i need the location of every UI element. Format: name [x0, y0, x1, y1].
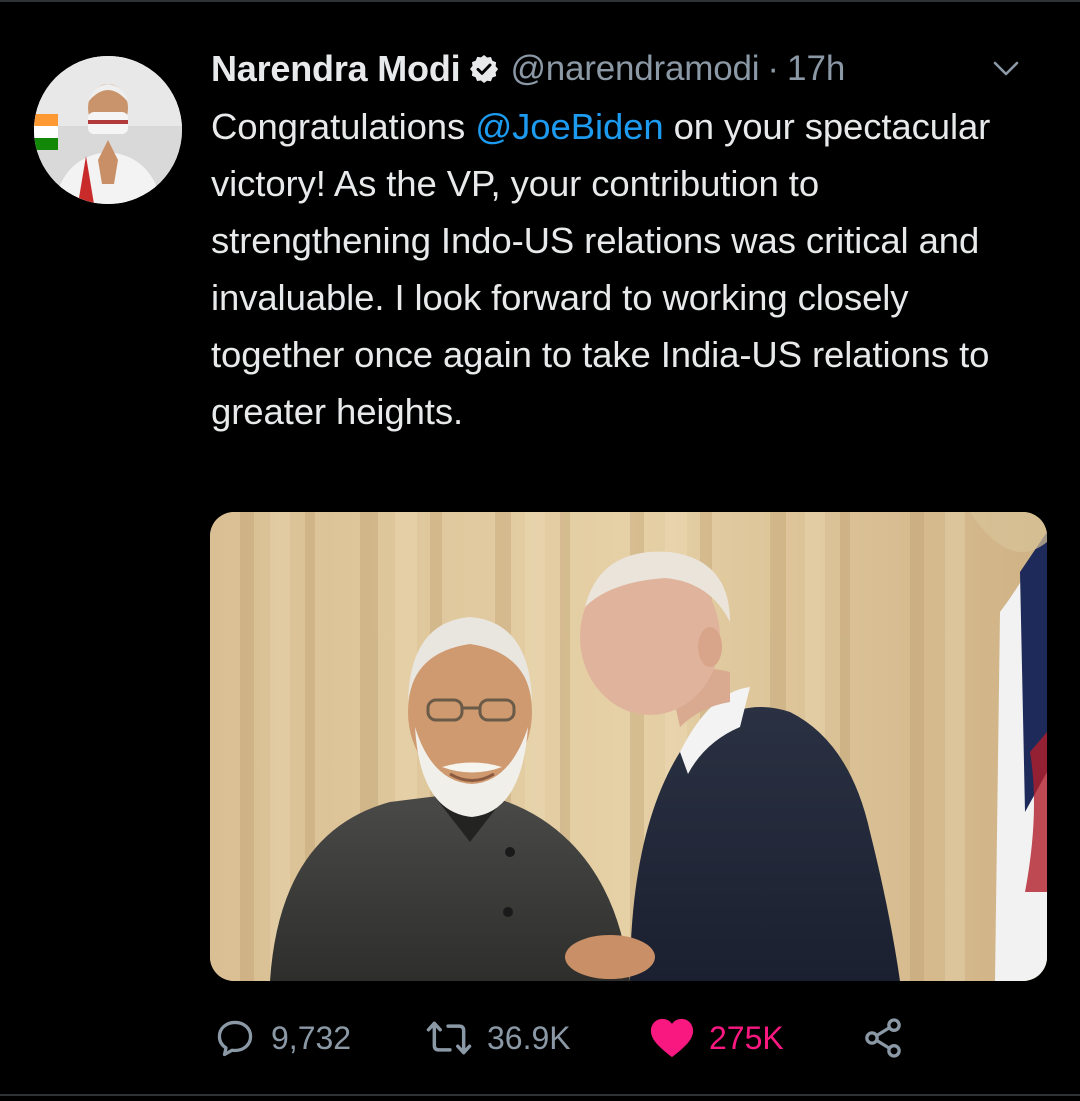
share-icon — [865, 1018, 901, 1058]
like-count: 275K — [709, 1019, 784, 1056]
retweet-count: 36.9K — [487, 1019, 571, 1056]
photo-illustration — [210, 512, 1047, 981]
mention-link[interactable]: @JoeBiden — [475, 106, 663, 147]
reply-button[interactable]: 9,732 — [213, 1010, 351, 1066]
retweet-icon — [426, 1021, 472, 1055]
verified-badge-icon — [468, 53, 500, 85]
tweet-actions: 9,732 36.9K 275K — [213, 1010, 933, 1066]
reply-bubble-icon — [217, 1020, 253, 1057]
tweet-photo[interactable] — [210, 512, 1047, 981]
tweet-text-rest: on your spectacular victory! As the VP, … — [211, 106, 991, 432]
reply-count: 9,732 — [271, 1019, 352, 1056]
top-divider — [0, 0, 1080, 2]
retweet-button[interactable]: 36.9K — [425, 1010, 571, 1066]
header-separator: · — [767, 49, 779, 88]
tweet-text-start: Congratulations — [211, 106, 476, 147]
tweet-text: Congratulations @JoeBiden on your specta… — [211, 98, 1041, 440]
like-button[interactable]: 275K — [649, 1010, 784, 1066]
avatar-photo — [34, 56, 182, 204]
tweet-header: Narendra Modi @narendramodi · 17h — [211, 46, 845, 92]
share-button[interactable] — [861, 1010, 905, 1066]
tweet-menu-button[interactable] — [986, 54, 1026, 84]
author-name[interactable]: Narendra Modi — [211, 48, 461, 90]
bottom-divider — [0, 1094, 1080, 1096]
author-handle[interactable]: @narendramodi — [510, 49, 759, 89]
heart-icon — [650, 1018, 694, 1058]
chevron-down-icon — [993, 61, 1019, 76]
author-avatar[interactable] — [34, 56, 182, 204]
tweet-timestamp[interactable]: 17h — [787, 49, 845, 89]
